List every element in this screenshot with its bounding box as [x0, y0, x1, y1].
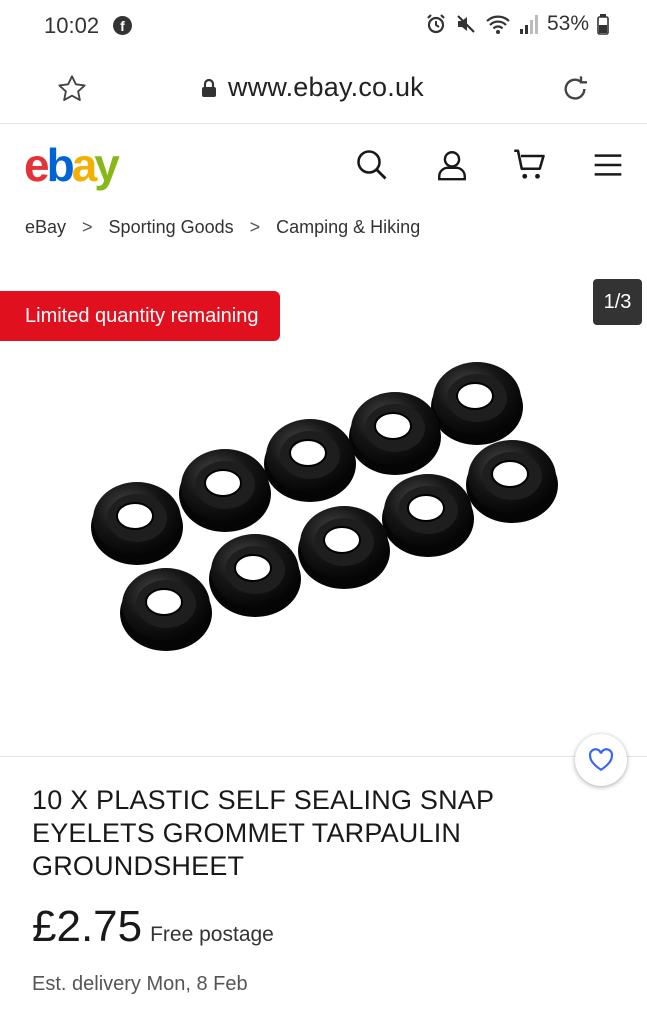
- menu-icon: [594, 154, 622, 176]
- logo-letter-b: b: [46, 139, 75, 191]
- url-text: www.ebay.co.uk: [228, 72, 424, 102]
- search-icon: [357, 150, 387, 180]
- browser-url-bar: www.ebay.co.uk: [0, 54, 647, 124]
- star-icon: [58, 75, 86, 101]
- product-image[interactable]: [82, 361, 562, 701]
- site-header: ebay: [0, 125, 647, 207]
- lock-icon: [202, 78, 216, 97]
- logo-letter-e: e: [24, 139, 50, 191]
- gallery-divider: [0, 756, 647, 757]
- bookmark-button[interactable]: [54, 71, 90, 107]
- image-gallery[interactable]: Limited quantity remaining 1/3: [0, 266, 647, 756]
- reload-button[interactable]: [557, 71, 593, 107]
- cart-icon: [514, 149, 545, 179]
- breadcrumb-chevron-icon: >: [249, 217, 261, 237]
- breadcrumb: eBay > Sporting Goods > Camping & Hiking: [25, 217, 420, 238]
- status-bar: 10:02 f 53%: [0, 0, 647, 54]
- address-bar[interactable]: www.ebay.co.uk: [200, 72, 424, 103]
- cart-button[interactable]: [510, 145, 550, 185]
- image-counter: 1/3: [593, 279, 642, 325]
- signal-icon: [519, 15, 538, 34]
- battery-icon: [597, 14, 609, 35]
- breadcrumb-link-camping-hiking[interactable]: Camping & Hiking: [276, 217, 420, 238]
- user-icon: [438, 151, 466, 181]
- product-title: 10 X PLASTIC SELF SEALING SNAP EYELETS G…: [32, 785, 494, 881]
- search-button[interactable]: [352, 145, 392, 185]
- reload-icon: [564, 76, 587, 100]
- mute-icon: [457, 15, 475, 33]
- logo-letter-y: y: [94, 139, 120, 191]
- wifi-icon: [486, 15, 510, 34]
- watch-button[interactable]: [575, 734, 627, 786]
- logo-letter-a: a: [71, 139, 98, 191]
- alarm-icon: [427, 14, 445, 34]
- postage-info: Free postage: [150, 923, 274, 946]
- heart-icon: [588, 748, 614, 772]
- facebook-notification-icon: f: [113, 16, 132, 35]
- breadcrumb-link-sporting-goods[interactable]: Sporting Goods: [109, 217, 234, 238]
- menu-button[interactable]: [588, 145, 628, 185]
- estimated-delivery: Est. delivery Mon, 8 Feb: [32, 973, 248, 995]
- limited-quantity-badge: Limited quantity remaining: [0, 291, 281, 341]
- breadcrumb-link-ebay[interactable]: eBay: [25, 217, 66, 238]
- breadcrumb-chevron-icon: >: [82, 217, 93, 237]
- status-icons: 53%: [425, 12, 609, 36]
- battery-percent: 53%: [546, 12, 589, 35]
- product-price: £2.75: [32, 902, 143, 951]
- status-time: 10:02: [44, 13, 100, 38]
- price-row: £2.75 Free postage: [32, 902, 274, 952]
- account-button[interactable]: [432, 145, 472, 185]
- ebay-logo[interactable]: ebay: [24, 139, 120, 191]
